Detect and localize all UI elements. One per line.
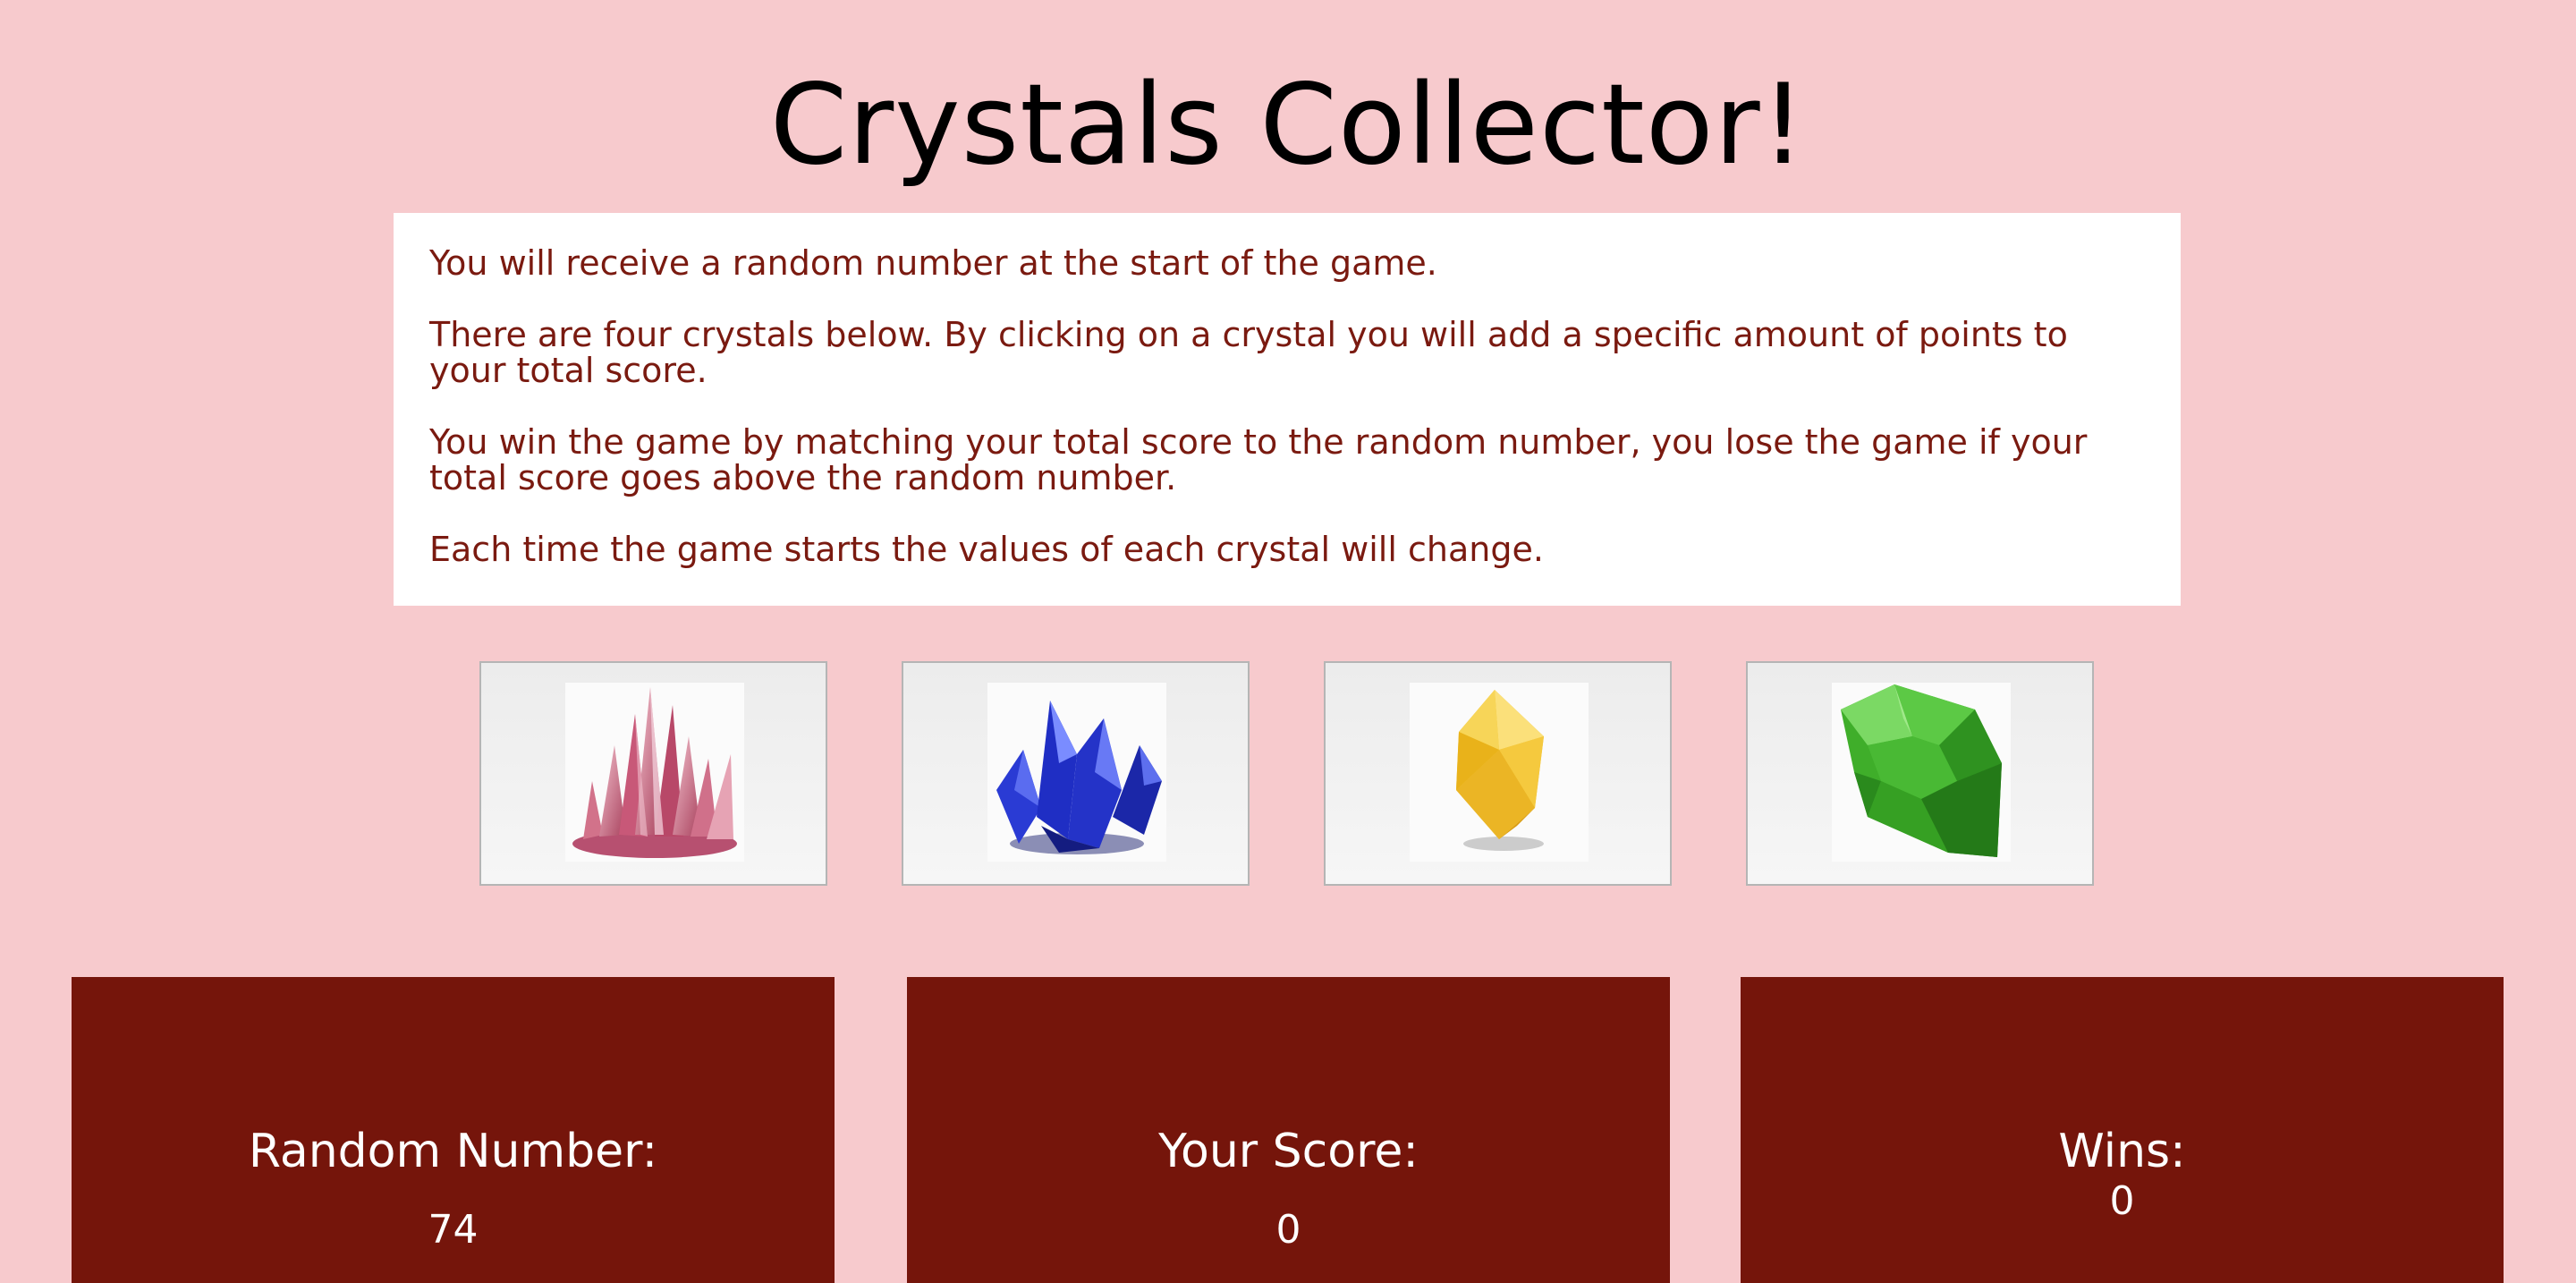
green-crystal-icon	[1832, 683, 2011, 862]
score-panel: Your Score: 0	[907, 977, 1670, 1283]
wins-label: Wins:	[2058, 1125, 2186, 1178]
wins-panel: Wins: 0	[1741, 977, 2504, 1283]
crystal-button-blue[interactable]	[902, 661, 1250, 886]
instruction-text: There are four crystals below. By clicki…	[429, 315, 2068, 390]
wins-value: 0	[2109, 1178, 2135, 1224]
score-label: Your Score:	[1158, 1125, 1419, 1178]
random-number-label: Random Number:	[248, 1125, 658, 1178]
pink-crystal-icon	[565, 683, 744, 862]
crystal-button-pink[interactable]	[479, 661, 827, 886]
random-number-panel: Random Number: 74	[72, 977, 835, 1283]
random-number-value: 74	[428, 1207, 479, 1253]
crystal-button-yellow[interactable]	[1324, 661, 1672, 886]
instruction-text: Each time the game starts the values of …	[429, 530, 1544, 569]
yellow-crystal-icon	[1410, 683, 1589, 862]
instruction-text: You win the game by matching your total …	[429, 422, 2088, 497]
crystal-button-green[interactable]	[1746, 661, 2094, 886]
page-title: Crystals Collector!	[769, 61, 1807, 190]
score-value: 0	[1275, 1207, 1301, 1253]
instruction-text: You will receive a random number at the …	[429, 243, 1437, 283]
instructions-panel: You will receive a random number at the …	[394, 213, 2181, 606]
blue-crystal-icon	[987, 683, 1166, 862]
